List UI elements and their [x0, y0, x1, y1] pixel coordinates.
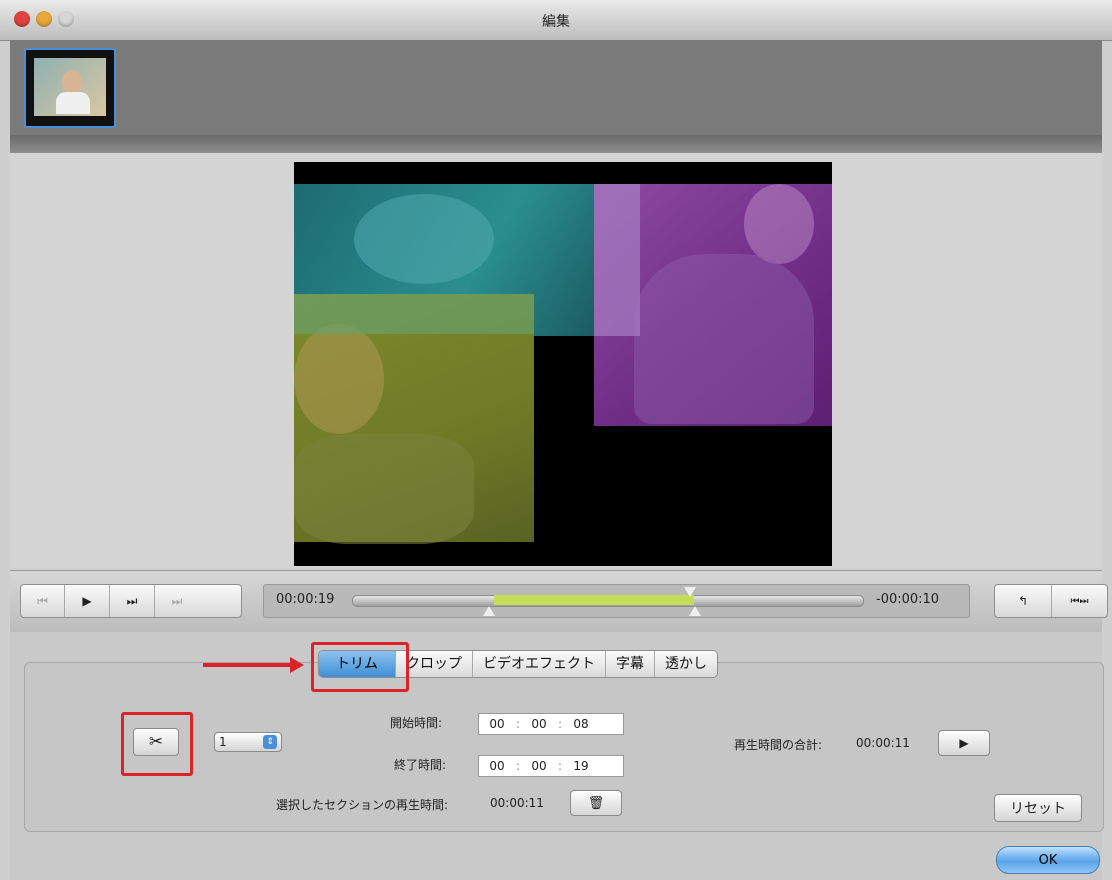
end-hours[interactable]: 00: [479, 759, 515, 773]
split-icon: ⏮⏭: [1070, 595, 1089, 607]
ok-button[interactable]: OK: [996, 846, 1100, 874]
skip-to-end-button[interactable]: ⏭: [155, 585, 199, 617]
start-time-field[interactable]: 00: 00: 08: [478, 713, 624, 735]
clip-thumbnail[interactable]: [24, 48, 116, 128]
split-button[interactable]: ⏮⏭: [1052, 585, 1107, 617]
skip-end-icon: ⏭: [171, 593, 183, 608]
reset-button[interactable]: リセット: [994, 794, 1082, 822]
play-button[interactable]: ▶: [65, 585, 110, 617]
figure-face: [294, 324, 384, 434]
figure-shape: [354, 194, 494, 284]
figure-body: [294, 434, 474, 544]
window-title: 編集: [542, 14, 570, 30]
video-panel-overlay: [594, 184, 640, 336]
clip-strip-footer: [10, 135, 1102, 153]
end-time-label: 終了時間:: [394, 758, 447, 772]
edit-controls: ↰ ⏮⏭: [994, 584, 1108, 618]
total-playback-label: 再生時間の合計:: [734, 738, 823, 752]
start-minutes[interactable]: 00: [521, 717, 557, 731]
video-preview: [294, 162, 832, 566]
scissors-icon: ✂: [148, 732, 164, 752]
segment-select-value: 1: [219, 735, 227, 749]
cut-button[interactable]: ✂: [133, 728, 179, 756]
clip-strip: [10, 40, 1102, 135]
current-time: 00:00:19: [276, 592, 335, 607]
end-time-field[interactable]: 00: 00: 19: [478, 755, 624, 777]
thumbnail-body: [56, 92, 90, 114]
annotation-arrow-head: [290, 657, 304, 673]
trash-icon: 🗑: [587, 795, 605, 811]
skip-start-icon: ⏮: [37, 593, 48, 608]
segment-select[interactable]: 1 ⇕: [214, 732, 282, 752]
fast-forward-button[interactable]: ⏭: [110, 585, 155, 617]
end-minutes[interactable]: 00: [521, 759, 557, 773]
selected-section-label: 選択したセクションの再生時間:: [276, 798, 449, 812]
playhead[interactable]: [684, 587, 696, 597]
trim-start-handle[interactable]: [483, 606, 495, 616]
tab-video-effect[interactable]: ビデオエフェクト: [473, 651, 606, 677]
rotate-icon: ↰: [1017, 594, 1029, 608]
delete-button[interactable]: 🗑: [570, 790, 622, 816]
tab-subtitle[interactable]: 字幕: [606, 651, 655, 677]
thumbnail-image: [34, 58, 106, 116]
end-seconds[interactable]: 19: [563, 759, 599, 773]
remaining-time: -00:00:10: [876, 592, 940, 607]
timeline-selection: [494, 595, 694, 605]
tab-watermark[interactable]: 透かし: [655, 651, 717, 677]
total-playback-duration: 00:00:11: [856, 736, 910, 750]
annotation-highlight-tab: [311, 642, 409, 692]
thumbnail-face: [62, 70, 82, 94]
trim-end-handle[interactable]: [689, 606, 701, 616]
skip-to-start-button[interactable]: ⏮: [21, 585, 65, 617]
start-time-label: 開始時間:: [390, 716, 443, 730]
stepper-icon: ⇕: [263, 735, 277, 749]
figure-body: [634, 254, 814, 424]
preview-play-button[interactable]: ▶: [938, 730, 990, 756]
start-seconds[interactable]: 08: [563, 717, 599, 731]
fast-forward-icon: ⏭: [126, 593, 138, 608]
play-icon: ▶: [959, 736, 969, 750]
video-panel-green-strip: [294, 294, 534, 334]
play-icon: ▶: [82, 594, 92, 608]
playback-controls: ⏮ ▶ ⏭ ⏭: [20, 584, 242, 618]
selected-section-duration: 00:00:11: [490, 796, 544, 810]
figure-head: [744, 184, 814, 264]
start-hours[interactable]: 00: [479, 717, 515, 731]
annotation-arrow-line: [203, 663, 293, 667]
rotate-button[interactable]: ↰: [995, 585, 1052, 617]
